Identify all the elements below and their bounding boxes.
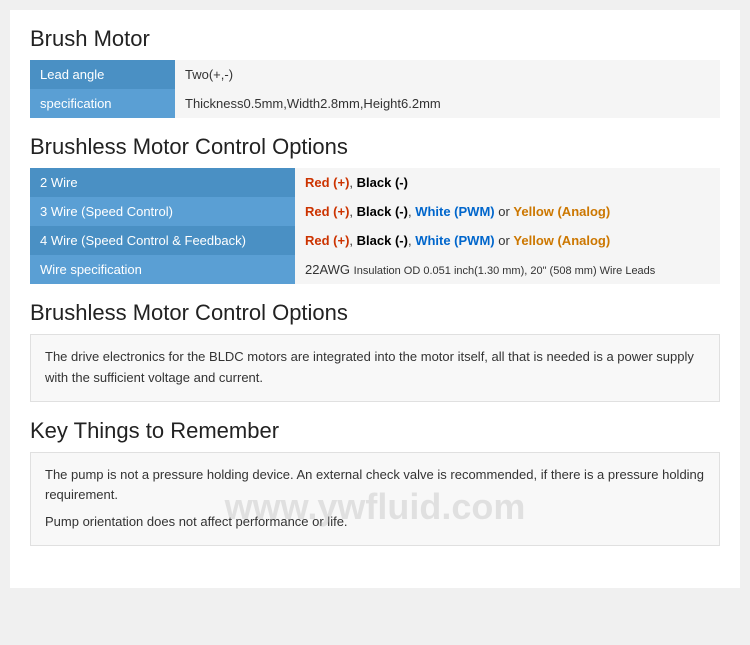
wire-value-3: Red (+), Black (-), White (PWM) or Yello… — [295, 197, 720, 226]
key-things-title: Key Things to Remember — [30, 418, 720, 444]
wire-label-4: 4 Wire (Speed Control & Feedback) — [30, 226, 295, 255]
brush-motor-table: Lead angle Two(+,-) specification Thickn… — [30, 60, 720, 118]
brushless-control-title-1: Brushless Motor Control Options — [30, 134, 720, 160]
brush-motor-title: Brush Motor — [30, 26, 720, 52]
brush-label-2: specification — [30, 89, 175, 118]
brushless-description-box: The drive electronics for the BLDC motor… — [30, 334, 720, 402]
black-text: Black (-) — [357, 233, 408, 248]
table-row: 3 Wire (Speed Control) Red (+), Black (-… — [30, 197, 720, 226]
brushless-description-text: The drive electronics for the BLDC motor… — [45, 347, 705, 389]
key-things-box: The pump is not a pressure holding devic… — [30, 452, 720, 546]
key-point-2: Pump orientation does not affect perform… — [45, 512, 705, 533]
black-text: Black (-) — [357, 204, 408, 219]
brush-value-1: Two(+,-) — [175, 60, 720, 89]
wire-spec-detail: Insulation OD 0.051 inch(1.30 mm), 20" (… — [354, 265, 656, 277]
black-text: Black (-) — [357, 175, 408, 190]
wire-value-2: Red (+), Black (-) — [295, 168, 720, 197]
red-text: Red (+) — [305, 175, 349, 190]
table-row: specification Thickness0.5mm,Width2.8mm,… — [30, 89, 720, 118]
white-text: White (PWM) — [415, 233, 494, 248]
red-text: Red (+) — [305, 204, 349, 219]
brushless-control-title-2: Brushless Motor Control Options — [30, 300, 720, 326]
wire-awg: 22AWG — [305, 262, 350, 277]
wire-spec-label: Wire specification — [30, 255, 295, 284]
wire-spec-value: 22AWG Insulation OD 0.051 inch(1.30 mm),… — [295, 255, 720, 284]
yellow-text: Yellow (Analog) — [513, 233, 610, 248]
key-point-1: The pump is not a pressure holding devic… — [45, 465, 705, 507]
wire-label-3: 3 Wire (Speed Control) — [30, 197, 295, 226]
wire-value-4: Red (+), Black (-), White (PWM) or Yello… — [295, 226, 720, 255]
brush-value-2: Thickness0.5mm,Width2.8mm,Height6.2mm — [175, 89, 720, 118]
table-row: Lead angle Two(+,-) — [30, 60, 720, 89]
page-container: Brush Motor Lead angle Two(+,-) specific… — [10, 10, 740, 588]
brush-label-1: Lead angle — [30, 60, 175, 89]
table-row: Wire specification 22AWG Insulation OD 0… — [30, 255, 720, 284]
table-row: 2 Wire Red (+), Black (-) — [30, 168, 720, 197]
brushless-motor-table: 2 Wire Red (+), Black (-) 3 Wire (Speed … — [30, 168, 720, 284]
yellow-text: Yellow (Analog) — [513, 204, 610, 219]
red-text: Red (+) — [305, 233, 349, 248]
wire-label-2: 2 Wire — [30, 168, 295, 197]
white-text: White (PWM) — [415, 204, 494, 219]
table-row: 4 Wire (Speed Control & Feedback) Red (+… — [30, 226, 720, 255]
